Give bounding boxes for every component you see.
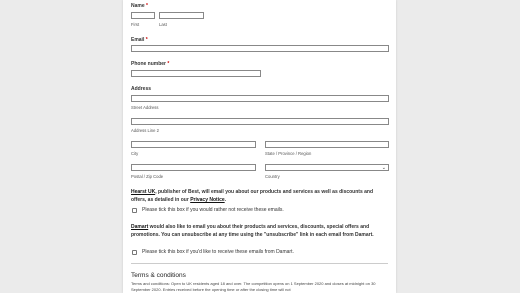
name-label: Name * [131,3,148,9]
zip-input[interactable] [131,164,256,171]
street-address-input[interactable] [131,95,389,102]
state-sublabel: State / Province / Region [265,151,312,156]
phone-input[interactable] [131,70,261,77]
hearst-link[interactable]: Hearst UK [131,189,155,195]
last-name-sublabel: Last [159,22,167,27]
address-line2-sublabel: Address Line 2 [131,128,159,133]
street-address-sublabel: Street Address [131,105,159,110]
country-select[interactable]: ⌄ [265,164,389,171]
divider [131,263,388,264]
address-label: Address [131,86,152,92]
city-sublabel: City [131,151,139,156]
hearst-optout-checkbox[interactable] [132,208,137,213]
damart-optin-label: Please tick this box if you'd like to re… [142,249,294,255]
phone-label: Phone number * [131,61,170,67]
first-name-sublabel: First [131,22,140,27]
form-card: Name * First Last Email * Phone number *… [123,0,396,293]
country-sublabel: Country [265,174,280,179]
address-line2-input[interactable] [131,118,389,125]
email-label: Email * [131,37,148,43]
hearst-optout-label: Please tick this box if you would rather… [142,207,284,213]
first-name-input[interactable] [131,12,155,19]
terms-text: Terms and conditions: Open to UK residen… [131,281,376,292]
chevron-down-icon: ⌄ [381,165,386,171]
city-input[interactable] [131,141,256,148]
damart-link[interactable]: Damart [131,224,148,230]
damart-optin-checkbox[interactable] [132,250,137,255]
consent-damart-text: Damart would also like to email you abou… [131,224,374,238]
consent-hearst-text: Hearst UK, publisher of Best, will email… [131,189,374,203]
last-name-input[interactable] [159,12,204,19]
email-input[interactable] [131,45,389,52]
terms-title: Terms & conditions [131,272,186,279]
zip-sublabel: Postal / Zip Code [131,174,164,179]
state-input[interactable] [265,141,389,148]
privacy-notice-link[interactable]: Privacy Notice [190,197,224,203]
